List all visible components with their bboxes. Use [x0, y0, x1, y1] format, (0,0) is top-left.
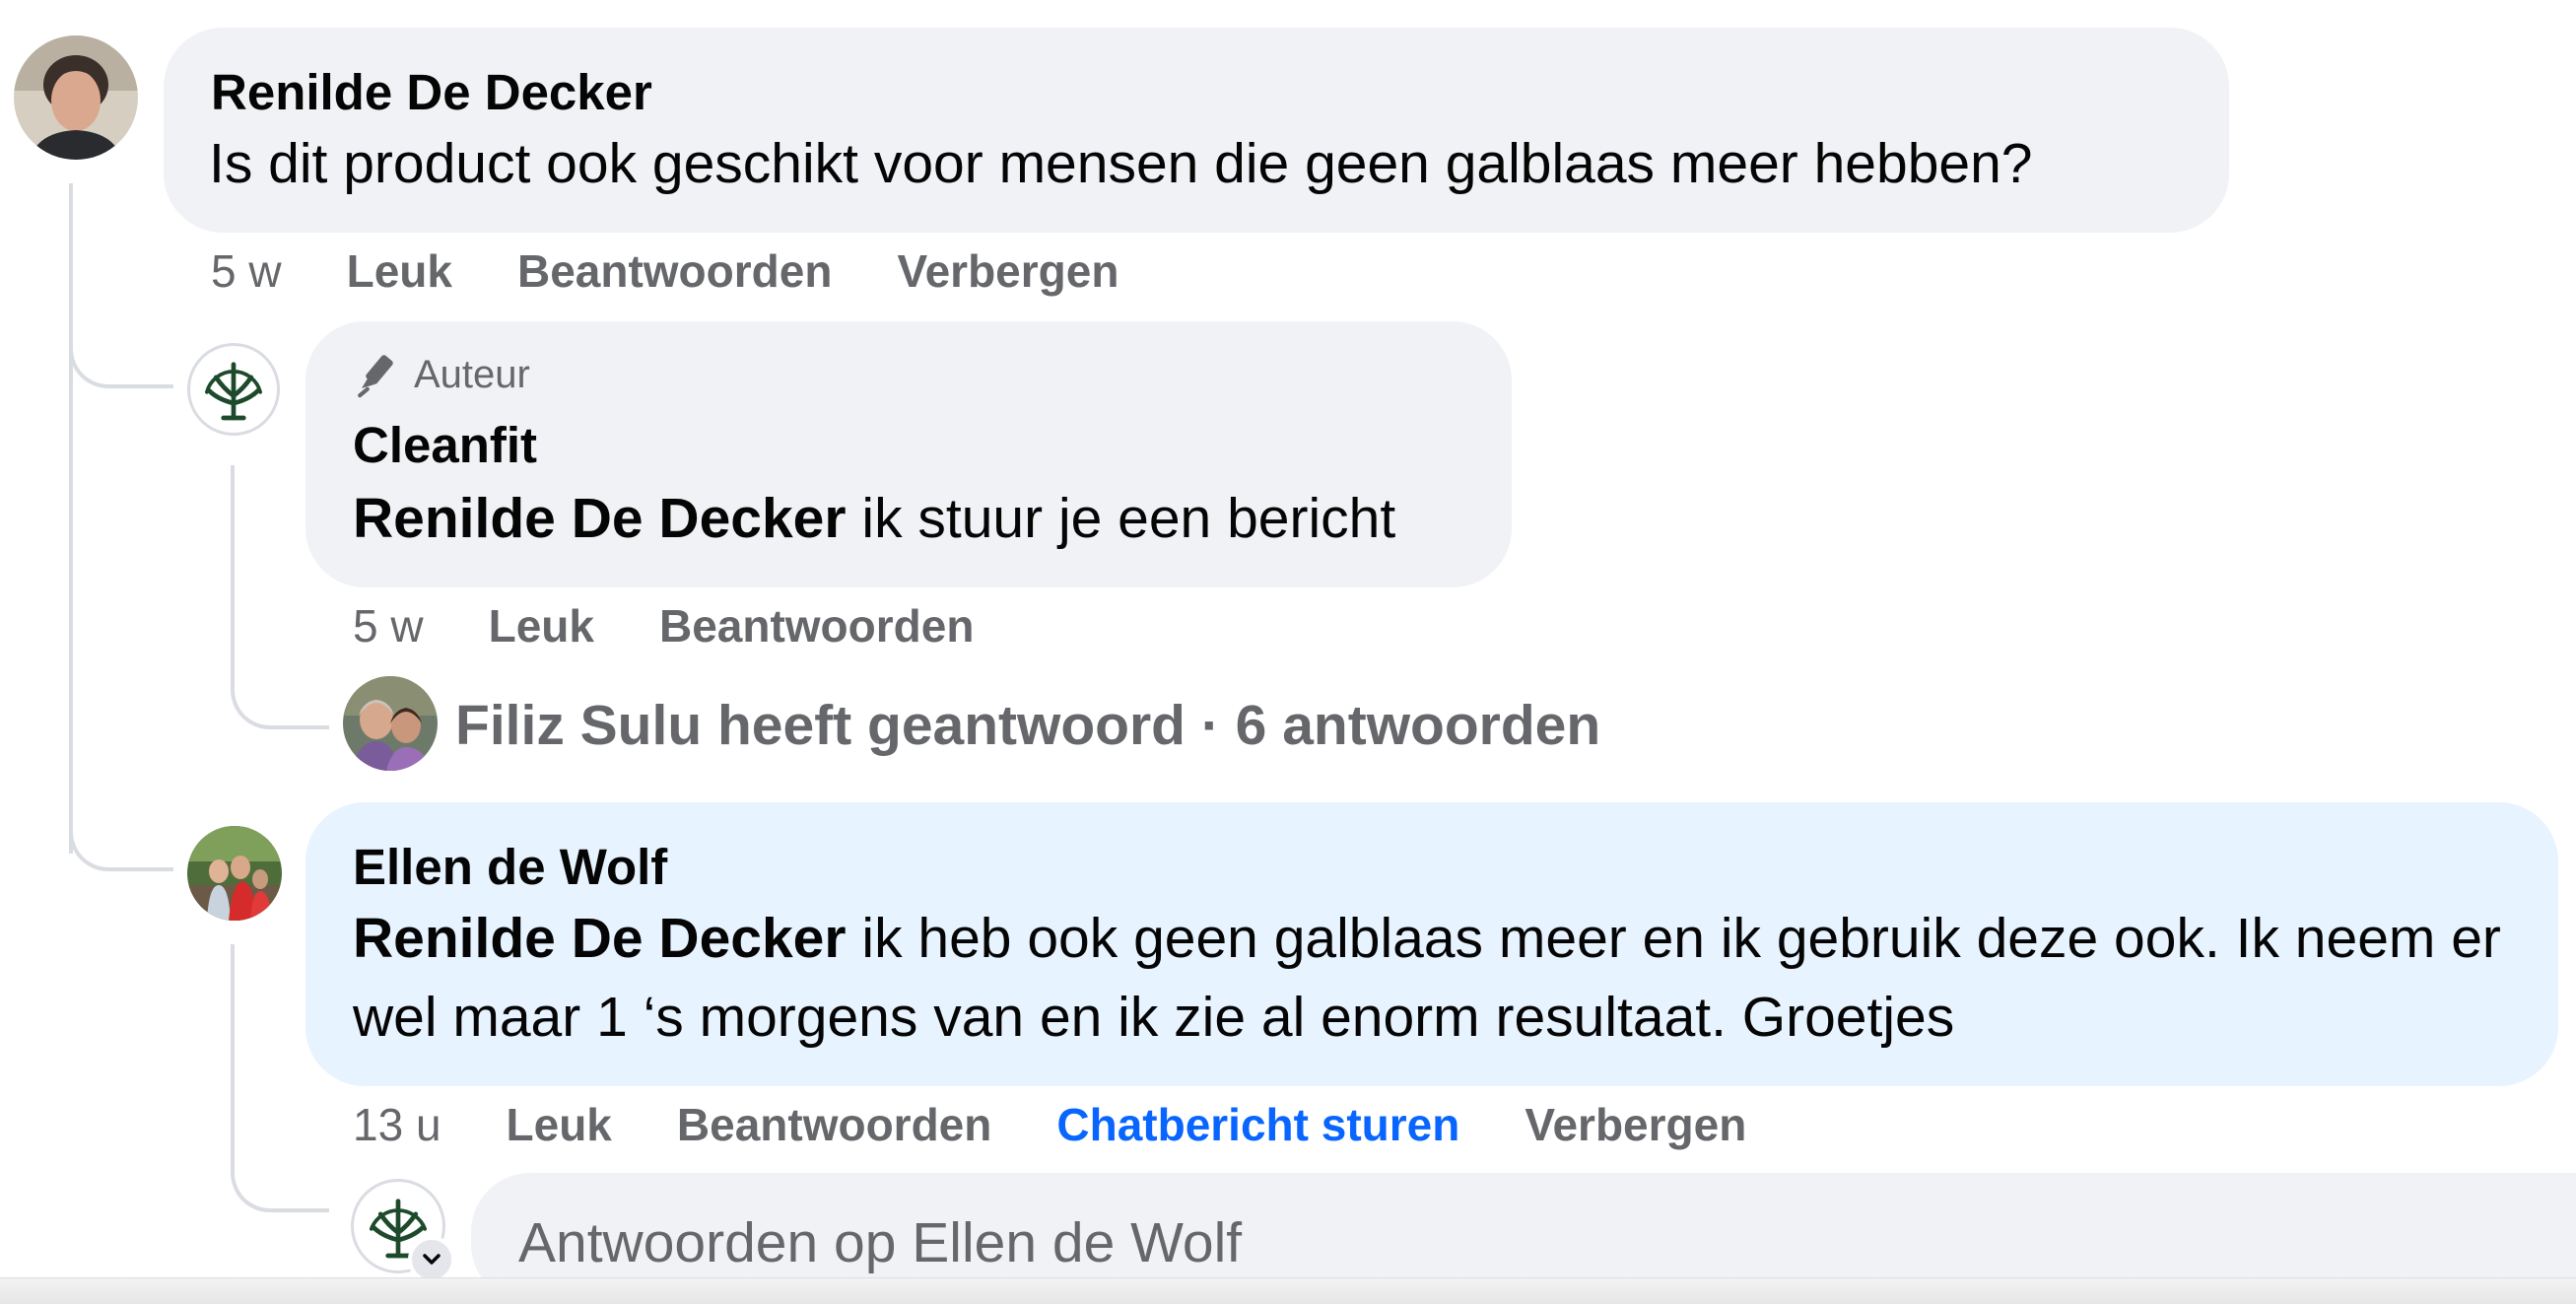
reply-button[interactable]: Beantwoorden — [517, 248, 832, 294]
comment-author[interactable]: Renilde De Decker — [211, 67, 652, 117]
replies-summary-link[interactable]: Filiz Sulu heeft geantwoord · 6 antwoord… — [455, 698, 1600, 754]
mention-link[interactable]: Renilde De Decker — [353, 907, 847, 970]
comment-text: Renilde De Decker ik stuur je een berich… — [353, 479, 1395, 558]
thread-line-main — [69, 183, 73, 854]
comment-bubble-cleanfit: Auteur Cleanfit Renilde De Decker ik stu… — [305, 321, 1512, 587]
hide-button[interactable]: Verbergen — [897, 248, 1119, 294]
reply-input[interactable] — [518, 1210, 2489, 1275]
avatar-cleanfit[interactable] — [187, 343, 280, 436]
like-button[interactable]: Leuk — [347, 248, 452, 294]
like-button[interactable]: Leuk — [507, 1102, 612, 1147]
avatar-ellen-de-wolf[interactable] — [187, 826, 282, 921]
comment-timestamp[interactable]: 5 w — [211, 248, 282, 294]
reply-button[interactable]: Beantwoorden — [659, 603, 974, 649]
avatar-renilde[interactable] — [14, 35, 138, 160]
hide-button[interactable]: Verbergen — [1525, 1102, 1746, 1147]
comment-text: Renilde De Decker ik heb ook geen galbla… — [353, 899, 2521, 1057]
like-button[interactable]: Leuk — [489, 603, 594, 649]
comment-text-body: ik stuur je een bericht — [846, 487, 1396, 550]
thread-connector-ellen — [69, 818, 173, 871]
comment-actions-ellen: 13 u Leuk Beantwoorden Chatbericht sture… — [353, 1102, 1811, 1147]
account-switch-button[interactable] — [408, 1236, 455, 1283]
thread-connector-cleanfit — [69, 335, 173, 388]
mention-link[interactable]: Renilde De Decker — [353, 487, 847, 550]
comment-actions-renilde: 5 w Leuk Beantwoorden Verbergen — [211, 248, 1184, 294]
comment-text: Is dit product ook geschikt voor mensen … — [209, 132, 2033, 195]
reply-button[interactable]: Beantwoorden — [677, 1102, 991, 1147]
author-badge: Auteur — [353, 351, 530, 398]
chevron-down-icon — [423, 1254, 441, 1265]
comment-author[interactable]: Ellen de Wolf — [353, 842, 667, 892]
author-badge-label: Auteur — [414, 353, 530, 396]
comment-actions-cleanfit: 5 w Leuk Beantwoorden — [353, 603, 1039, 649]
comment-author[interactable]: Cleanfit — [353, 420, 537, 470]
comment-timestamp[interactable]: 13 u — [353, 1102, 441, 1147]
comment-timestamp[interactable]: 5 w — [353, 603, 424, 649]
avatar-filiz-sulu[interactable] — [343, 676, 438, 771]
send-message-button[interactable]: Chatbericht sturen — [1056, 1102, 1459, 1147]
pen-icon — [358, 355, 393, 398]
comment-bubble-ellen: Ellen de Wolf Renilde De Decker ik heb o… — [305, 802, 2558, 1086]
bottom-edge — [0, 1277, 2576, 1304]
comment-bubble-renilde: Renilde De Decker Is dit product ook ges… — [164, 28, 2229, 233]
tree-icon — [204, 362, 263, 421]
